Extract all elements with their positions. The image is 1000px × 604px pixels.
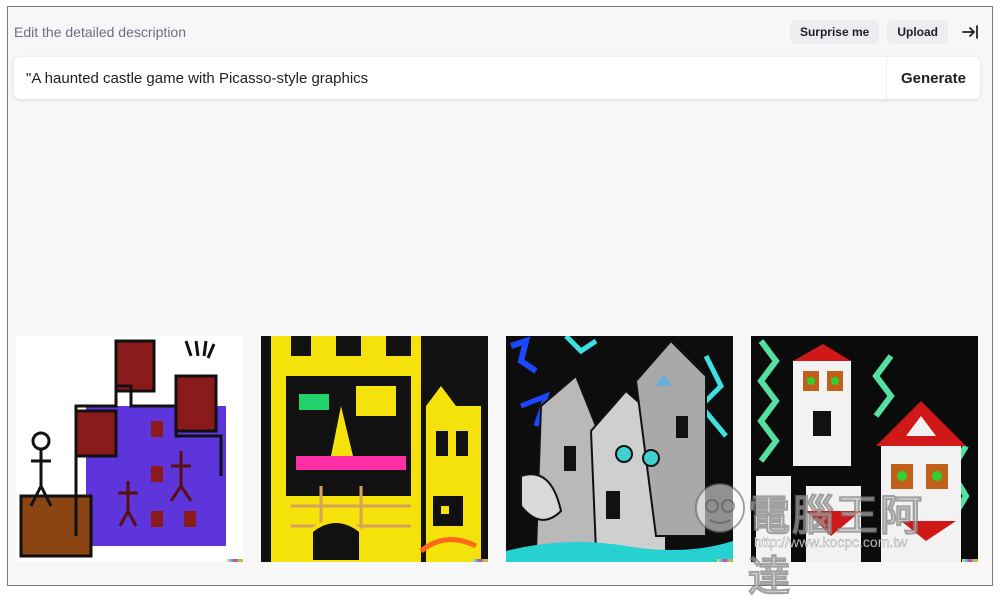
edit-description-hint: Edit the detailed description — [14, 24, 186, 40]
top-bar: Edit the detailed description Surprise m… — [14, 19, 980, 45]
generated-images-grid — [16, 336, 980, 562]
prompt-box: Generate — [14, 57, 980, 99]
collapse-panel-icon[interactable] — [960, 22, 980, 42]
upload-button[interactable]: Upload — [887, 20, 948, 44]
dalle-editor-panel: Edit the detailed description Surprise m… — [7, 6, 993, 586]
haunted-castle-drawing-image — [16, 336, 243, 562]
palette-strip — [717, 559, 733, 562]
prompt-input[interactable] — [14, 69, 886, 87]
result-image-2[interactable] — [261, 336, 488, 562]
generate-button[interactable]: Generate — [885, 57, 980, 99]
palette-strip — [962, 559, 978, 562]
grey-cubist-castle-image — [506, 336, 733, 562]
result-image-4[interactable] — [751, 336, 978, 562]
result-image-3[interactable] — [506, 336, 733, 562]
surprise-me-button[interactable]: Surprise me — [789, 20, 880, 44]
palette-strip — [227, 559, 243, 562]
red-roof-castle-image — [751, 336, 978, 562]
result-image-1[interactable] — [16, 336, 243, 562]
yellow-block-castle-image — [261, 336, 488, 562]
palette-strip — [472, 559, 488, 562]
